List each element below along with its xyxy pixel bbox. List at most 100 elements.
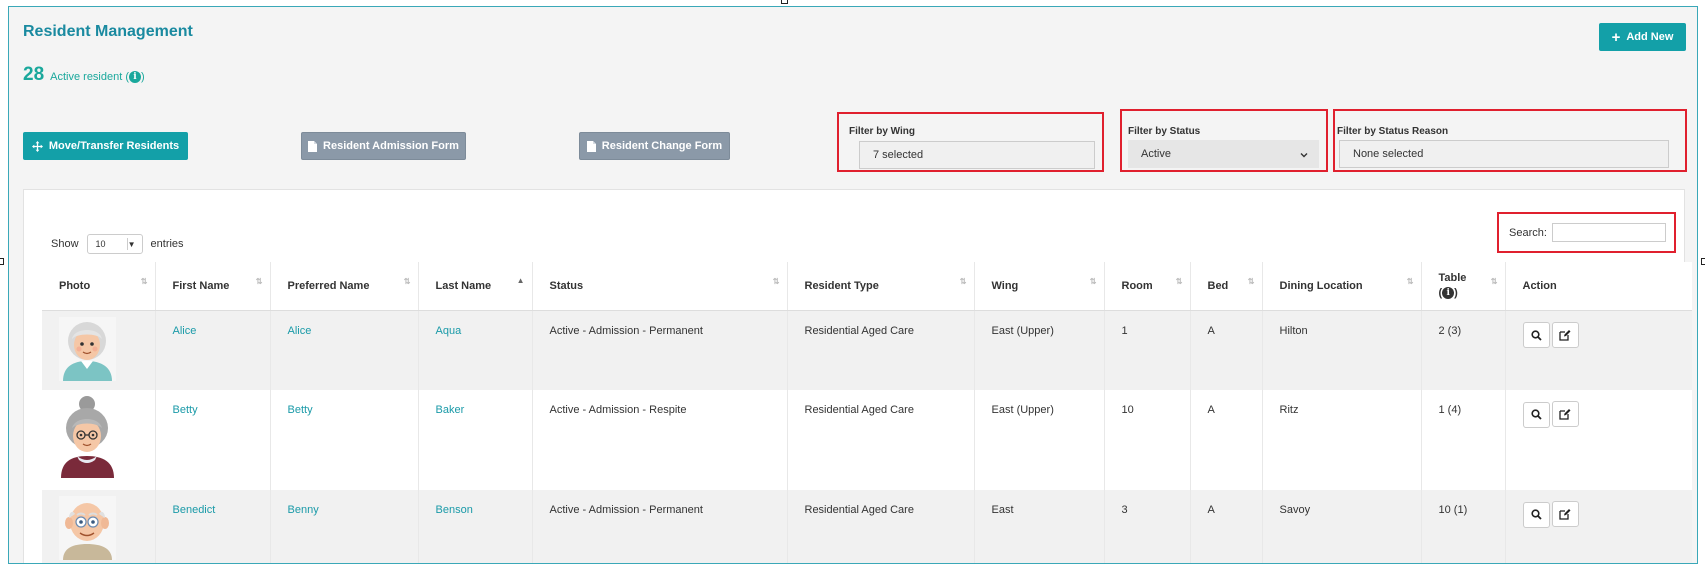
bed-cell: A — [1190, 310, 1263, 390]
sort-icon: ⇅ — [1175, 277, 1183, 286]
column-header-last-name[interactable]: Last Name ▲ — [418, 262, 533, 311]
photo-cell — [42, 490, 156, 563]
sort-icon: ⇅ — [959, 277, 967, 286]
sort-asc-icon: ▲ — [516, 276, 525, 285]
change-form-button[interactable]: Resident Change Form — [579, 132, 730, 160]
action-cell — [1505, 390, 1692, 490]
wing-cell: East (Upper) — [974, 310, 1105, 390]
table-cell: 1 (4) — [1421, 390, 1506, 490]
change-form-label: Resident Change Form — [601, 140, 723, 152]
filter-reason-select[interactable]: None selected — [1339, 140, 1669, 168]
info-icon[interactable]: i — [1442, 286, 1455, 299]
photo-cell — [42, 310, 156, 390]
entries-select[interactable]: 10 ▼ — [86, 234, 143, 254]
table-row: Betty Betty Baker Active - Admission - R… — [42, 390, 1692, 490]
filter-by-status-reason: Filter by Status Reason None selected — [1333, 109, 1687, 172]
table-cell: 2 (3) — [1421, 310, 1506, 390]
residents-table-panel: Show 10 ▼ entries Photo ⇅ First Name ⇅ Pre… — [23, 189, 1692, 563]
move-transfer-button[interactable]: Move/Transfer Residents — [23, 132, 188, 160]
caret-down-icon: ▼ — [127, 239, 136, 249]
active-resident-count: 28 Active resident (i) — [23, 64, 145, 86]
column-header-table[interactable]: Table(i) ⇅ — [1421, 262, 1506, 311]
sort-icon: ⇅ — [1089, 277, 1097, 286]
first-name-link[interactable]: Benedict — [173, 504, 216, 516]
search-icon — [1530, 409, 1542, 420]
residents-table: Photo ⇅ First Name ⇅ Preferred Name ⇅ Last … — [42, 262, 1692, 563]
action-cell — [1505, 310, 1692, 390]
search-input[interactable] — [1551, 223, 1666, 242]
show-label: Show — [51, 238, 79, 250]
edit-button[interactable] — [1551, 401, 1579, 427]
plus-icon: + — [1611, 28, 1621, 46]
dining-location-cell: Ritz — [1262, 390, 1422, 490]
column-header-first-name[interactable]: First Name ⇅ — [155, 262, 271, 311]
action-cell — [1505, 490, 1692, 563]
table-search: Search: — [1497, 212, 1676, 253]
column-header-status[interactable]: Status ⇅ — [532, 262, 788, 311]
resize-handle[interactable] — [781, 0, 788, 4]
preferred-name-link[interactable]: Alice — [288, 325, 312, 337]
preferred-name-link[interactable]: Benny — [288, 504, 319, 516]
move-transfer-label: Move/Transfer Residents — [48, 140, 180, 152]
status-cell: Active - Admission - Respite — [532, 390, 788, 490]
column-header-room[interactable]: Room ⇅ — [1104, 262, 1191, 311]
sort-icon: ⇅ — [1490, 277, 1498, 286]
resident-type-cell: Residential Aged Care — [787, 490, 975, 563]
column-header-dining-location[interactable]: Dining Location ⇅ — [1262, 262, 1422, 311]
last-name-link[interactable]: Baker — [436, 404, 465, 416]
resize-handle[interactable] — [0, 258, 4, 265]
edit-button[interactable] — [1551, 501, 1579, 527]
filter-status-label: Filter by Status — [1128, 126, 1201, 137]
column-header-photo[interactable]: Photo ⇅ — [42, 262, 156, 311]
dining-location-cell: Savoy — [1262, 490, 1422, 563]
wing-cell: East — [974, 490, 1105, 563]
resident-avatar-alice — [59, 316, 116, 381]
search-icon — [1530, 329, 1542, 341]
view-button[interactable] — [1522, 501, 1550, 528]
resident-type-cell: Residential Aged Care — [787, 390, 975, 490]
sort-icon: ⇅ — [403, 277, 411, 286]
document-icon — [586, 140, 596, 152]
table-header-row: Photo ⇅ First Name ⇅ Preferred Name ⇅ Last … — [42, 262, 1692, 311]
column-header-action: Action — [1505, 262, 1692, 311]
add-new-button[interactable]: + Add New — [1599, 23, 1686, 51]
resize-handle[interactable] — [1701, 258, 1705, 265]
table-cell: 10 (1) — [1421, 490, 1506, 563]
first-name-link[interactable]: Betty — [173, 404, 198, 416]
table-row: Benedict Benny Benson Active - Admission… — [42, 490, 1692, 563]
first-name-link[interactable]: Alice — [173, 325, 197, 337]
column-header-bed[interactable]: Bed ⇅ — [1190, 262, 1263, 311]
last-name-link[interactable]: Benson — [436, 504, 473, 516]
filter-wing-select[interactable]: 7 selected — [859, 141, 1095, 169]
room-cell: 10 — [1104, 390, 1191, 490]
page-title: Resident Management — [23, 23, 193, 40]
column-header-wing[interactable]: Wing ⇅ — [974, 262, 1105, 311]
edit-icon — [1559, 409, 1571, 420]
dining-location-cell: Hilton — [1262, 310, 1422, 390]
view-button[interactable] — [1522, 322, 1550, 348]
edit-icon — [1559, 329, 1571, 341]
column-header-resident-type[interactable]: Resident Type ⇅ — [787, 262, 975, 311]
move-arrows-icon — [31, 140, 43, 152]
view-button[interactable] — [1522, 401, 1550, 428]
table-row: Alice Alice Aqua Active - Admission - Pe… — [42, 310, 1692, 390]
active-count-label: Active resident ( — [50, 71, 130, 83]
resident-management-panel: Resident Management 28 Active resident (… — [8, 6, 1698, 564]
sort-icon: ⇅ — [772, 277, 780, 286]
edit-button[interactable] — [1551, 321, 1579, 348]
filter-status-select[interactable]: Active — [1128, 140, 1319, 168]
active-count-number: 28 — [23, 64, 45, 85]
sort-icon: ⇅ — [140, 277, 148, 286]
resident-type-cell: Residential Aged Care — [787, 310, 975, 390]
preferred-name-link[interactable]: Betty — [288, 404, 313, 416]
last-name-link[interactable]: Aqua — [436, 325, 462, 337]
info-icon[interactable]: i — [129, 71, 142, 84]
admission-form-button[interactable]: Resident Admission Form — [301, 132, 466, 160]
status-cell: Active - Admission - Permanent — [532, 310, 788, 390]
room-cell: 3 — [1104, 490, 1191, 563]
filter-by-wing: Filter by Wing 7 selected — [837, 112, 1104, 172]
column-header-preferred-name[interactable]: Preferred Name ⇅ — [270, 262, 419, 311]
entries-select-value: 10 — [95, 239, 106, 249]
chevron-down-icon — [1300, 153, 1308, 158]
active-count-label-close: ) — [141, 71, 145, 83]
